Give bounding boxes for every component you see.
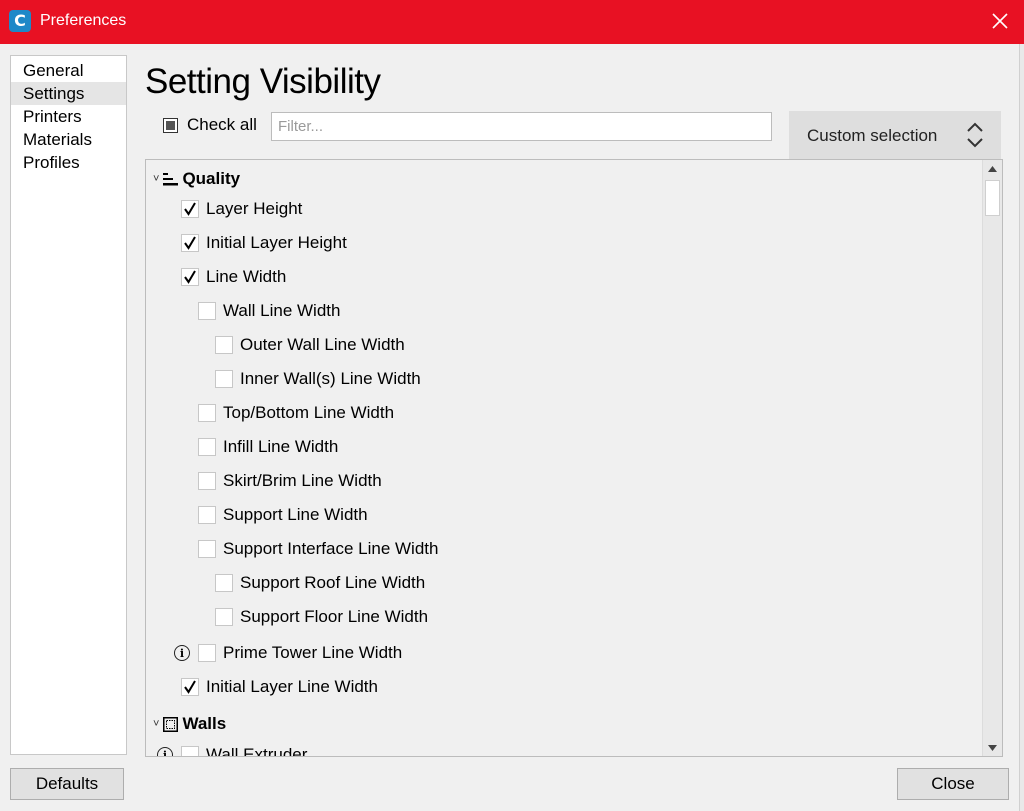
setting-row[interactable]: Wall Line Width [198,294,340,328]
close-icon [992,13,1008,29]
close-button[interactable]: Close [897,768,1009,800]
setting-row[interactable]: Inner Wall(s) Line Width [215,362,421,396]
setting-row[interactable]: Outer Wall Line Width [215,328,405,362]
arrow-down-icon [988,744,997,751]
check-icon [184,270,196,284]
setting-label: Support Line Width [223,505,368,524]
setting-row[interactable]: Initial Layer Line Width [181,670,378,704]
setting-label: Wall Line Width [223,301,341,320]
page-title: Setting Visibility [145,62,381,101]
setting-row[interactable]: Initial Layer Height [181,226,347,260]
collapse-arrow-icon[interactable]: ˅ [153,173,159,185]
category-label: Walls [182,714,227,733]
filter-input[interactable] [271,112,772,141]
arrow-up-icon [988,165,997,172]
vertical-scrollbar[interactable] [982,160,1002,756]
preset-select-value: Custom selection [807,126,938,145]
background-window-edge [1019,44,1024,811]
setting-label: Top/Bottom Line Width [223,403,395,422]
category-walls[interactable]: ˅ Walls [153,707,226,741]
setting-label: Infill Line Width [223,437,339,456]
setting-label: Support Roof Line Width [240,573,426,592]
sidebar-item-general[interactable]: General [11,59,126,82]
scroll-down-button[interactable] [983,739,1002,756]
setting-checkbox[interactable] [181,234,199,252]
setting-checkbox[interactable] [198,506,216,524]
quality-bars-icon [163,173,179,186]
setting-label: Outer Wall Line Width [240,335,405,354]
setting-label: Prime Tower Line Width [223,643,403,662]
collapse-arrow-icon[interactable]: ˅ [153,718,159,730]
check-all-checkbox[interactable] [163,117,178,133]
category-label: Quality [182,169,241,188]
app-logo-icon: C [9,10,31,32]
setting-label: Inner Wall(s) Line Width [240,369,421,388]
setting-row[interactable]: Support Line Width [198,498,368,532]
check-all-label: Check all [187,115,257,134]
sidebar-item-materials[interactable]: Materials [11,128,126,151]
setting-row[interactable]: Skirt/Brim Line Width [198,464,382,498]
setting-checkbox[interactable] [215,370,233,388]
setting-checkbox[interactable] [215,336,233,354]
setting-row[interactable]: Infill Line Width [198,430,338,464]
setting-checkbox[interactable] [198,644,216,662]
scroll-up-button[interactable] [983,160,1002,177]
scrollbar-thumb[interactable] [985,180,1000,216]
setting-label: Layer Height [206,199,303,218]
setting-checkbox[interactable] [198,540,216,558]
setting-checkbox[interactable] [198,438,216,456]
setting-checkbox[interactable] [198,472,216,490]
setting-checkbox[interactable] [198,302,216,320]
check-all-control[interactable]: Check all [163,115,257,135]
setting-checkbox[interactable] [181,746,199,756]
setting-row[interactable]: Wall Extruder [181,738,308,757]
info-icon[interactable]: i [157,747,173,756]
visibility-preset-select[interactable]: Custom selection [789,111,1001,159]
setting-label: Initial Layer Line Width [206,677,378,696]
setting-label: Line Width [206,267,287,286]
setting-checkbox[interactable] [181,268,199,286]
setting-label: Skirt/Brim Line Width [223,471,382,490]
settings-list[interactable]: ˅ Quality Layer Height Initial Layer Hei… [145,159,1003,757]
chevron-up-down-icon [967,122,983,148]
window-close-button[interactable] [988,9,1012,33]
setting-checkbox[interactable] [215,574,233,592]
setting-row[interactable]: Support Floor Line Width [215,600,428,634]
partial-check-indicator [166,120,175,130]
setting-label: Support Floor Line Width [240,607,429,626]
setting-label: Support Interface Line Width [223,539,439,558]
setting-row[interactable]: Top/Bottom Line Width [198,396,394,430]
setting-row[interactable]: Line Width [181,260,286,294]
defaults-button[interactable]: Defaults [10,768,124,800]
setting-row[interactable]: Layer Height [181,192,302,226]
setting-label: Wall Extruder [206,745,308,757]
sidebar-item-printers[interactable]: Printers [11,105,126,128]
check-icon [184,202,196,216]
sidebar-item-profiles[interactable]: Profiles [11,151,126,174]
title-bar: C Preferences [0,0,1024,44]
setting-row[interactable]: Support Roof Line Width [215,566,425,600]
preferences-sidebar: General Settings Printers Materials Prof… [10,55,127,755]
setting-row[interactable]: Prime Tower Line Width [198,636,402,670]
setting-checkbox[interactable] [215,608,233,626]
window-title: Preferences [40,12,127,29]
check-icon [184,236,196,250]
setting-label: Initial Layer Height [206,233,347,252]
info-icon[interactable]: i [174,645,190,661]
sidebar-item-settings[interactable]: Settings [11,82,126,105]
walls-grid-icon [163,716,179,732]
check-icon [184,680,196,694]
setting-checkbox[interactable] [181,678,199,696]
setting-checkbox[interactable] [198,404,216,422]
setting-checkbox[interactable] [181,200,199,218]
category-quality[interactable]: ˅ Quality [153,162,240,196]
setting-row[interactable]: Support Interface Line Width [198,532,438,566]
